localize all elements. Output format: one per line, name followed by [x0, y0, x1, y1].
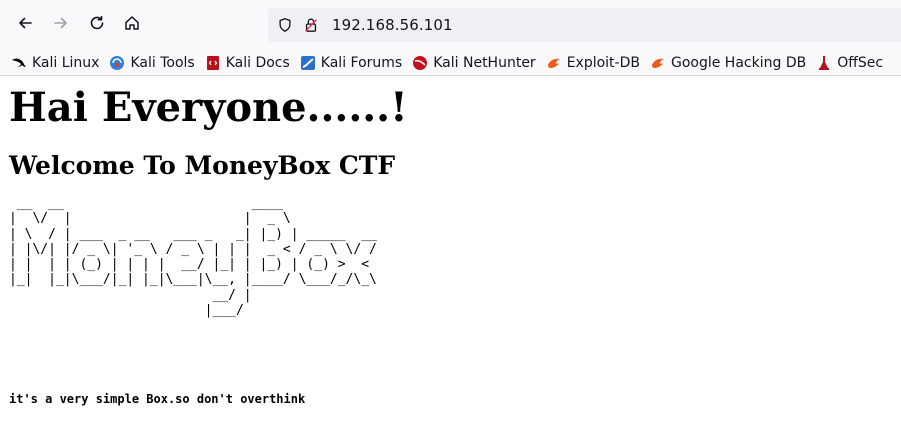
kali-docs-icon [205, 55, 221, 71]
lock-icon[interactable] [302, 16, 320, 34]
bookmark-kali-docs[interactable]: Kali Docs [205, 51, 290, 75]
offsec-icon [816, 55, 832, 71]
exploit-db-icon [546, 55, 562, 71]
bookmark-label: Kali Linux [32, 54, 100, 71]
bookmarks-toolbar: Kali Linux Kali Tools Kali Docs Kali For… [0, 50, 901, 76]
bookmark-offsec[interactable]: OffSec [816, 51, 883, 75]
nethunter-icon [412, 55, 428, 71]
address-bar[interactable]: 192.168.56.101 [268, 8, 901, 42]
bookmark-kali-linux[interactable]: Kali Linux [11, 51, 99, 75]
shield-icon[interactable] [276, 16, 294, 34]
bookmark-kali-nethunter[interactable]: Kali NetHunter [412, 51, 536, 75]
arrow-right-icon [52, 14, 70, 36]
bookmark-label: Exploit-DB [566, 54, 640, 71]
url-text[interactable]: 192.168.56.101 [332, 16, 453, 34]
bookmark-label: Kali Docs [225, 54, 290, 71]
kali-tools-icon [109, 55, 125, 71]
bookmark-exploit-db[interactable]: Exploit-DB [546, 51, 640, 75]
page-content: Hai Everyone......! Welcome To MoneyBox … [9, 80, 889, 407]
bookmark-google-hacking-db[interactable]: Google Hacking DB [650, 51, 806, 75]
bookmark-label: Kali Forums [320, 54, 403, 71]
back-button[interactable] [10, 10, 40, 40]
bookmark-label: Kali Tools [130, 54, 195, 71]
forward-button[interactable] [46, 10, 76, 40]
bookmark-kali-forums[interactable]: Kali Forums [300, 51, 402, 75]
bookmark-label: Kali NetHunter [433, 54, 536, 71]
ghdb-icon [650, 55, 666, 71]
page-heading: Hai Everyone......! [9, 84, 408, 131]
home-icon [123, 14, 141, 36]
arrow-left-icon [16, 14, 34, 36]
hint-text: it's a very simple Box.so don't overthin… [9, 392, 306, 406]
reload-icon [88, 14, 106, 36]
page-subheading: Welcome To MoneyBox CTF [9, 151, 396, 180]
home-button[interactable] [117, 10, 147, 40]
bookmark-label: Google Hacking DB [670, 54, 807, 71]
browser-toolbar: 192.168.56.101 [0, 0, 901, 50]
reload-button[interactable] [82, 10, 112, 40]
moneybox-ascii-art: __ __ ____ | \/ | | _ \ | \ / | ___ _ __… [9, 196, 377, 319]
bookmark-kali-tools[interactable]: Kali Tools [109, 51, 195, 75]
bookmark-label: OffSec [837, 54, 884, 71]
kali-forums-icon [300, 55, 316, 71]
kali-dragon-icon [11, 55, 27, 71]
